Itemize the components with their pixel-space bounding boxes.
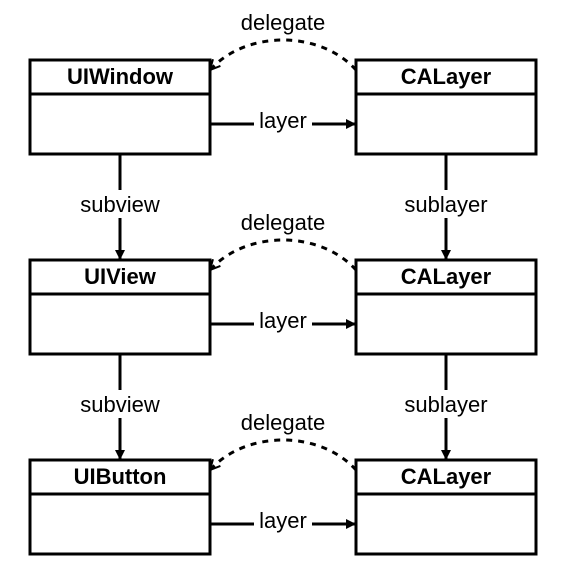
edge-label-layer-2: layer — [259, 308, 307, 333]
edge-layer-1: layer — [210, 106, 356, 134]
class-name-uiview: UIView — [84, 264, 157, 289]
class-name-calayer-1: CALayer — [401, 64, 492, 89]
edge-label-delegate-3: delegate — [241, 410, 325, 435]
edge-layer-3: layer — [210, 506, 356, 534]
class-box-uibutton: UIButton — [30, 460, 210, 554]
class-name-calayer-2: CALayer — [401, 264, 492, 289]
class-box-uiview: UIView — [30, 260, 210, 354]
edge-delegate-3: delegate — [210, 410, 356, 470]
class-name-uiwindow: UIWindow — [67, 64, 174, 89]
edge-label-layer-1: layer — [259, 108, 307, 133]
edge-subview-1: subview — [70, 154, 170, 260]
edge-delegate-1: delegate — [210, 10, 356, 70]
class-box-calayer-2: CALayer — [356, 260, 536, 354]
edge-layer-2: layer — [210, 306, 356, 334]
edge-delegate-2: delegate — [210, 210, 356, 270]
edge-sublayer-2: sublayer — [392, 354, 500, 460]
edge-label-subview-1: subview — [80, 192, 160, 217]
class-name-calayer-3: CALayer — [401, 464, 492, 489]
edge-subview-2: subview — [70, 354, 170, 460]
class-box-calayer-1: CALayer — [356, 60, 536, 154]
class-name-uibutton: UIButton — [74, 464, 167, 489]
edge-label-sublayer-2: sublayer — [404, 392, 487, 417]
class-box-calayer-3: CALayer — [356, 460, 536, 554]
edge-label-subview-2: subview — [80, 392, 160, 417]
edge-label-sublayer-1: sublayer — [404, 192, 487, 217]
edge-label-delegate-2: delegate — [241, 210, 325, 235]
class-box-uiwindow: UIWindow — [30, 60, 210, 154]
class-diagram: UIWindow CALayer UIView CALayer UIButton… — [0, 0, 566, 584]
edge-sublayer-1: sublayer — [392, 154, 500, 260]
edge-label-layer-3: layer — [259, 508, 307, 533]
edge-label-delegate-1: delegate — [241, 10, 325, 35]
